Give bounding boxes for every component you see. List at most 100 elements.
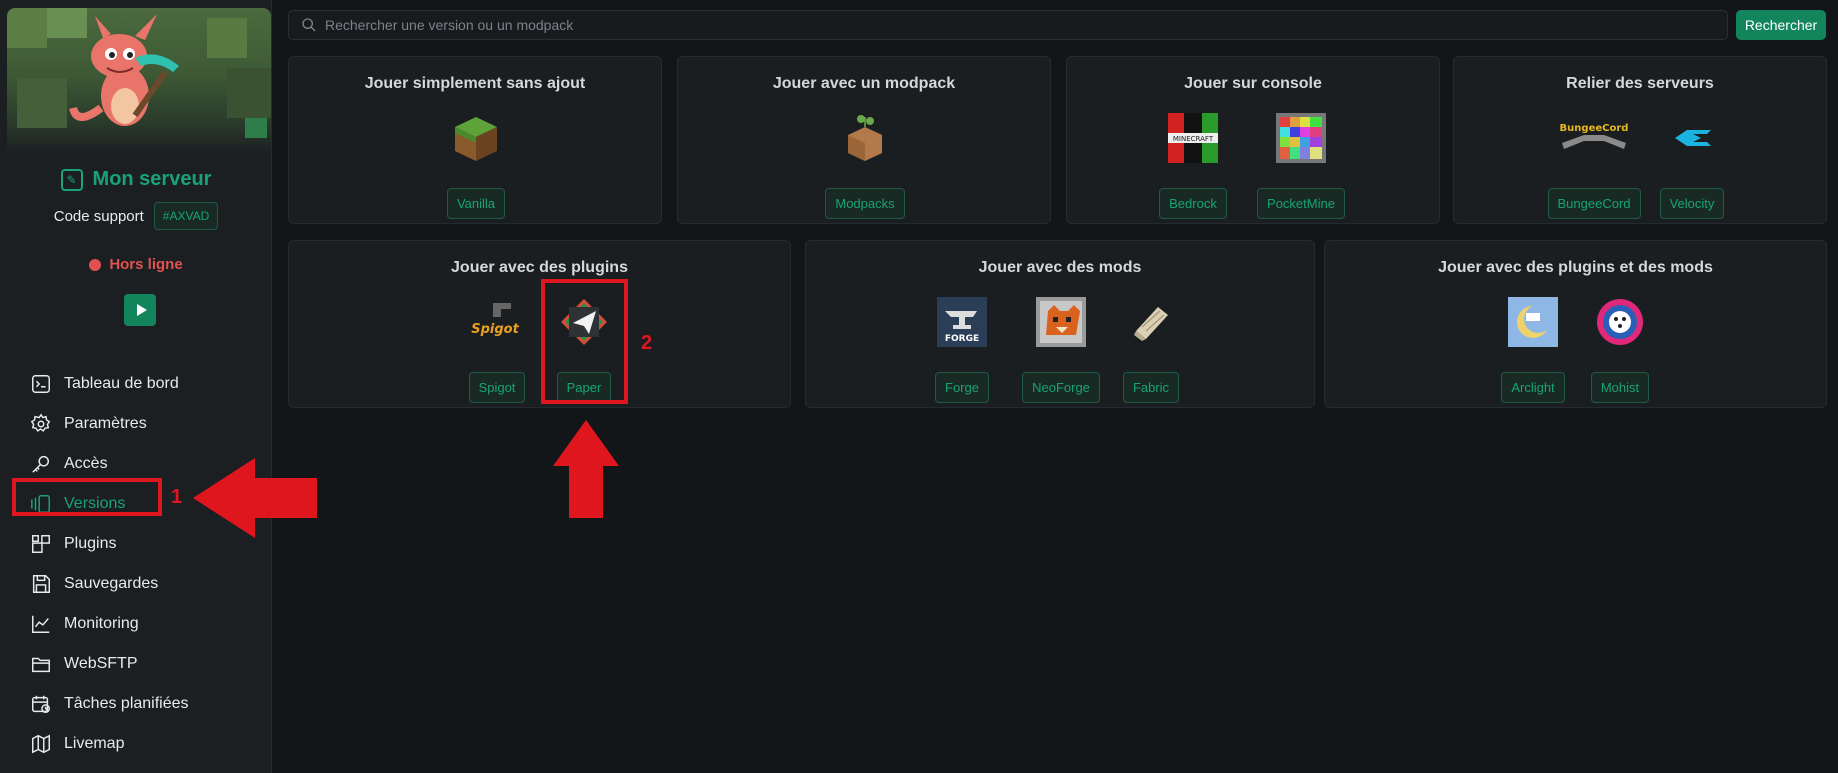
folder-icon [32,657,50,673]
status-dot-icon [89,258,102,271]
option-chip[interactable]: Bedrock [1159,188,1227,219]
nav-label: Livemap [64,735,125,752]
option-chip[interactable]: Spigot [468,372,526,403]
card-console: Jouer sur console MINECRAFT Bedrock Pock… [1066,56,1440,224]
search-input[interactable] [325,17,1705,33]
mohist-logo-icon [1597,299,1643,345]
card-title: Relier des serveurs [1566,75,1714,92]
card-title: Jouer avec des plugins et des mods [1438,259,1713,276]
card-mods: Jouer avec des mods FORGE Forge NeoForge [805,240,1315,408]
floppy-icon [32,575,50,593]
gear-icon [30,413,51,432]
nav-item-plugins[interactable]: Plugins [30,524,189,564]
nav-item-sauvegardes[interactable]: Sauvegardes [30,564,189,604]
spigot-logo-text: Spigot [471,322,519,337]
option-fabric[interactable]: Fabric [1103,297,1199,403]
fabric-logo-icon [1134,307,1168,341]
card-vanilla: Jouer simplement sans ajout Vanilla [288,56,662,224]
card-title: Jouer avec des plugins [451,259,628,276]
option-chip[interactable]: Fabric [1122,372,1180,403]
option-chip[interactable]: Mohist [1590,372,1650,403]
nav-label: Paramètres [64,415,147,432]
option-chip[interactable]: Arclight [1501,372,1565,403]
dragon-mascot-image [7,8,271,138]
option-neoforge[interactable]: NeoForge [1013,297,1109,403]
option-chip[interactable]: Velocity [1659,188,1725,219]
forge-logo-text: FORGE [945,334,979,344]
option-bedrock[interactable]: MINECRAFT Bedrock [1145,113,1241,219]
forge-logo-icon: FORGE [937,297,987,347]
sidebar: ✎ Mon serveur Code support #AXVAD Hors l… [0,0,272,773]
nav-label: Tableau de bord [64,375,179,392]
option-velocity[interactable]: Velocity [1644,113,1740,219]
bungeecord-logo-text: BungeeCord [1560,123,1629,134]
nav-label: Accès [64,455,108,472]
grass-block-icon [455,117,497,161]
nav-item-websftp[interactable]: WebSFTP [30,644,189,684]
server-name: Mon serveur [92,168,212,190]
card-proxy: Relier des serveurs BungeeCord BungeeCor… [1453,56,1827,224]
option-chip[interactable]: Vanilla [446,188,506,219]
card-title: Jouer avec des mods [978,259,1142,276]
calendar-clock-icon [32,695,50,713]
option-chip[interactable]: BungeeCord [1547,188,1641,219]
chart-line-icon [32,615,50,633]
option-chip[interactable]: Forge [935,372,989,403]
option-spigot[interactable]: Spigot Spigot [449,297,545,403]
search-button[interactable]: Rechercher [1736,10,1826,40]
neoforge-logo-icon [1036,297,1086,347]
arclight-logo-icon [1508,297,1558,347]
option-pocketmine[interactable]: PocketMine [1253,113,1349,219]
minecraft-logo-text: MINECRAFT [1173,135,1214,143]
server-status: Hors ligne [0,256,272,273]
annotation-box-paper [541,279,628,404]
annotation-arrow-left-icon [193,458,317,538]
nav-item-livemap[interactable]: Livemap [30,724,189,764]
nav-item-monitoring[interactable]: Monitoring [30,604,189,644]
nav-label: Monitoring [64,615,139,632]
option-forge[interactable]: FORGE Forge [914,297,1010,403]
card-title: Jouer sur console [1184,75,1322,92]
bedrock-logo-icon: MINECRAFT [1168,113,1218,163]
card-title: Jouer simplement sans ajout [364,75,586,92]
pocketmine-logo-icon [1276,113,1326,163]
spigot-logo-icon: Spigot [471,303,520,337]
option-chip[interactable]: PocketMine [1257,188,1345,219]
card-plugins: Jouer avec des plugins Spigot Spigot Pap… [288,240,791,408]
play-icon [136,304,147,316]
edit-icon[interactable]: ✎ [60,168,83,191]
nav-label: Plugins [64,535,117,552]
nav-label: Tâches planifiées [64,695,189,712]
search-bar [288,10,1728,40]
nav-item-taches-planifiees[interactable]: Tâches planifiées [30,684,189,724]
card-plugins-and-mods: Jouer avec des plugins et des mods Arcli… [1324,240,1827,408]
nav-label: Sauvegardes [64,575,159,592]
nav-item-tableau-de-bord[interactable]: Tableau de bord [30,364,189,404]
card-title: Jouer avec un modpack [772,75,956,92]
support-code-badge[interactable]: #AXVAD [153,202,219,230]
bungeecord-logo-icon: BungeeCord [1560,123,1629,149]
start-server-button[interactable] [124,294,156,326]
support-code-label: Code support [53,207,144,225]
plugins-icon [32,535,50,553]
key-icon [32,455,50,473]
nav-label: WebSFTP [64,655,138,672]
annotation-number-1: 1 [171,486,183,508]
option-bungeecord[interactable]: BungeeCord BungeeCord [1546,113,1642,219]
option-chip[interactable]: NeoForge [1022,372,1100,403]
option-arclight[interactable]: Arclight [1485,297,1581,403]
support-code-row: Code support #AXVAD [0,202,272,230]
annotation-number-2: 2 [641,332,653,354]
option-modpacks[interactable]: Modpacks [817,113,913,219]
option-chip[interactable]: Modpacks [825,188,905,219]
annotation-box-versions [12,478,162,516]
option-vanilla[interactable]: Vanilla [428,113,524,219]
velocity-logo-icon [1675,130,1711,146]
nav-item-parametres[interactable]: Paramètres [30,404,189,444]
card-modpack: Jouer avec un modpack Modpacks [677,56,1051,224]
option-mohist[interactable]: Mohist [1572,297,1668,403]
terminal-icon [32,375,50,393]
modpack-box-icon [848,115,882,161]
search-icon [302,18,316,32]
server-title: ✎ Mon serveur [0,168,272,191]
